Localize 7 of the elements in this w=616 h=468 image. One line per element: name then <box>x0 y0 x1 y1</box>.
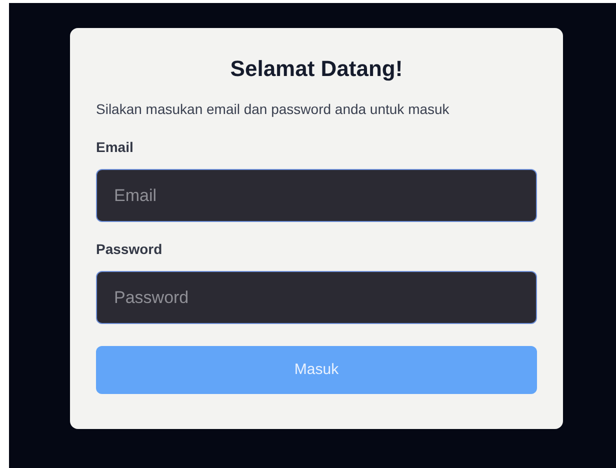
card-title: Selamat Datang! <box>229 55 404 83</box>
input-field[interactable]: Password <box>96 271 537 324</box>
input-field[interactable]: Email <box>96 169 537 222</box>
card-subtitle: Silakan masukan email dan password anda untuk masuk <box>96 100 450 119</box>
field-label: Email <box>96 138 134 157</box>
field-label: Password <box>96 240 162 259</box>
submit-button[interactable]: Masuk <box>96 346 537 394</box>
